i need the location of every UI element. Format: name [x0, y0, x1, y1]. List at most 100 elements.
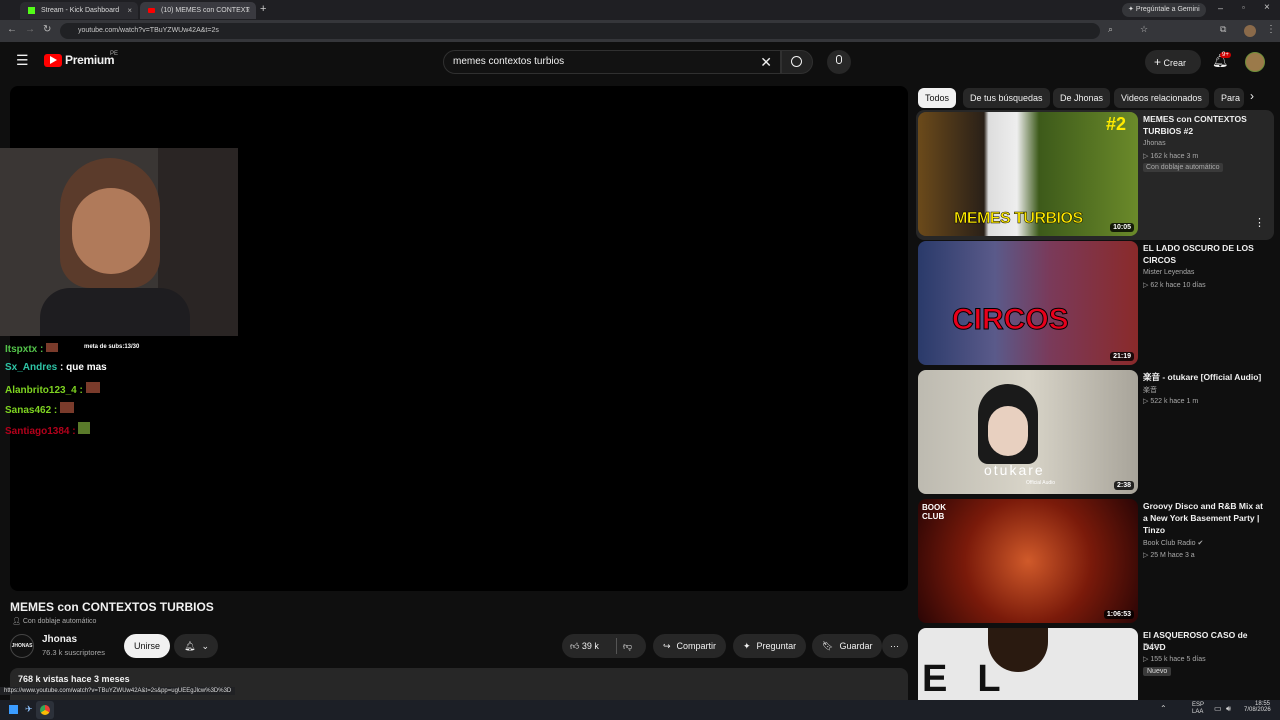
streamer-shirt — [40, 288, 190, 336]
chrome-taskbar-button[interactable] — [36, 701, 54, 719]
chat-emote — [46, 343, 59, 352]
close-tab-icon[interactable]: × — [127, 6, 132, 15]
rec-title[interactable]: 楽音 - otukare [Official Audio] — [1143, 371, 1268, 383]
rec-channel[interactable]: 楽音 — [1143, 385, 1157, 395]
search-button[interactable] — [781, 50, 813, 74]
bell-icon: 🔔︎ — [184, 641, 196, 651]
rec-title[interactable]: El ASQUEROSO CASO de D4VD — [1143, 629, 1268, 653]
clock[interactable]: 18:55 7/08/2026 — [1244, 701, 1271, 713]
create-button[interactable]: + Crear — [1145, 50, 1201, 74]
rec-meta-text: 162 k hace 3 m — [1150, 153, 1199, 160]
dislike-button[interactable]: 👎︎ — [623, 634, 632, 658]
dub-label: 👤︎ Con doblaje automático — [12, 618, 97, 625]
rec-thumbnail[interactable]: MEMES TURBIOS #2 10:05 — [918, 112, 1138, 236]
maximize-icon[interactable]: ▫ — [1242, 3, 1245, 12]
rec-thumbnail[interactable]: EL FIN — [918, 628, 1138, 700]
zoom-icon[interactable]: ⌕ — [1108, 24, 1113, 35]
share-button[interactable]: ↪ Compartir — [653, 634, 727, 658]
chat-user: Santiago1384 — [5, 426, 70, 437]
new-tab-button[interactable]: + — [260, 3, 266, 15]
gemini-label: Pregúntale a Gemini — [1135, 6, 1200, 13]
back-icon[interactable]: ← — [7, 24, 17, 35]
chat-emote — [78, 422, 91, 434]
tray-chevron-icon[interactable]: ⌃ — [1160, 704, 1167, 713]
join-button[interactable]: Unirse — [124, 634, 171, 658]
thumbs-down-icon: 👎︎ — [623, 641, 633, 651]
forward-icon[interactable]: → — [25, 24, 35, 35]
profile-avatar[interactable] — [1244, 25, 1256, 37]
notification-count-badge: 9+ — [1220, 52, 1231, 58]
volume-icon[interactable]: 🔊︎ — [1226, 704, 1231, 714]
hamburger-menu-icon[interactable]: ☰ — [16, 52, 29, 69]
chat-message: que mas — [66, 362, 107, 373]
masthead: ☰ Premium PE memes contextos turbios ✕ +… — [0, 42, 1280, 80]
account-avatar[interactable] — [1245, 52, 1265, 72]
rec-channel[interactable]: Jhonas — [1143, 140, 1166, 147]
like-count: 39 k — [581, 641, 599, 651]
chips-next-icon[interactable]: › — [1250, 89, 1254, 103]
steam-icon[interactable]: ✈ — [25, 704, 33, 715]
rec-title[interactable]: MEMES con CONTEXTOS TURBIOS #2 — [1143, 113, 1268, 137]
duration-badge: 2:38 — [1113, 481, 1134, 490]
chip-related[interactable]: Videos relacionados — [1114, 88, 1209, 108]
rec-thumbnail[interactable]: otukare Official Audio 2:38 — [918, 370, 1138, 494]
notifications-dropdown[interactable]: 🔔︎ ⌄ — [174, 634, 218, 658]
browser-tab-kick[interactable]: Stream - Kick Dashboard × — [20, 2, 138, 19]
more-actions-button[interactable]: ⋯ — [882, 634, 908, 658]
search-input[interactable]: memes contextos turbios ✕ — [443, 50, 781, 74]
chip-from-searches[interactable]: De tus búsquedas — [963, 88, 1050, 108]
subs-goal-text: meta de subs:13/30 — [84, 344, 140, 350]
rec-title[interactable]: Groovy Disco and R&B Mix at a New York B… — [1143, 500, 1268, 536]
rec-title[interactable]: EL LADO OSCURO DE LOS CIRCOS — [1143, 242, 1268, 266]
webcam-overlay: meta de subs:13/30 — [0, 148, 238, 350]
thumbnail-text: CIRCOS — [952, 303, 1070, 337]
rec-channel[interactable]: Mister Leyendas — [1143, 269, 1194, 276]
voice-search-button[interactable] — [827, 50, 851, 74]
browser-tab-youtube[interactable]: (10) MEMES con CONTEXT × — [140, 2, 256, 19]
network-icon[interactable]: ▭ — [1214, 704, 1222, 713]
close-tab-icon[interactable]: × — [245, 6, 250, 15]
bookmark-star-icon[interactable]: ☆ — [1140, 24, 1148, 35]
minimize-icon[interactable]: – — [1218, 3, 1223, 13]
chrome-icon — [40, 705, 50, 715]
ask-button[interactable]: ✦ Preguntar — [733, 634, 807, 658]
rec-channel[interactable]: Book Club Radio ✔︎ — [1143, 539, 1203, 547]
like-dislike-group: 👍︎ 39 k 👎︎ — [562, 634, 646, 658]
search-icon — [791, 56, 802, 67]
like-button[interactable]: 👍︎ 39 k — [562, 634, 599, 658]
chip-all[interactable]: Todos — [918, 88, 957, 108]
rec-thumbnail[interactable]: CIRCOS 21:19 — [918, 241, 1138, 365]
save-button[interactable]: 🔖︎ Guardar — [812, 634, 883, 658]
rec-channel-name: Book Club Radio — [1143, 540, 1196, 547]
rec-meta-text: 522 k hace 1 m — [1150, 398, 1199, 405]
clear-search-icon[interactable]: ✕ — [760, 51, 772, 73]
rec-more-icon[interactable]: ⋮ — [1254, 216, 1265, 229]
subscriber-count: 76.3 k suscriptores — [42, 648, 105, 657]
chat-line: Sanas462 : — [5, 402, 75, 416]
chip-for-you[interactable]: Para — [1214, 88, 1244, 108]
url-field[interactable]: youtube.com/watch?v=TBuYZWUw42A&t=2s — [60, 23, 1100, 39]
language-indicator[interactable]: ESP LAA — [1192, 702, 1204, 716]
channel-name[interactable]: Jhonas — [42, 634, 77, 645]
windows-start-icon[interactable] — [9, 705, 18, 714]
premium-logo-text[interactable]: Premium — [65, 53, 115, 67]
rec-thumbnail[interactable]: BOOK CLUB 1:06:53 — [918, 499, 1138, 623]
close-window-icon[interactable]: × — [1264, 2, 1270, 13]
browser-menu-icon[interactable]: ⋮ — [1266, 24, 1276, 35]
chat-user: Itspxtx — [5, 344, 38, 355]
chip-from-jhonas[interactable]: De Jhonas — [1053, 88, 1111, 108]
thumbnail-text: EL FIN — [922, 658, 1030, 700]
rec-meta: ▷ 25 M hace 3 a — [1143, 552, 1195, 559]
chevron-down-icon: ⌄ — [201, 641, 209, 651]
extensions-icon[interactable]: ⧉ — [1220, 24, 1226, 35]
reload-icon[interactable]: ↻ — [43, 24, 51, 35]
youtube-logo-icon[interactable] — [44, 54, 62, 67]
url-text: youtube.com/watch?v=TBuYZWUw42A&t=2s — [78, 27, 219, 34]
youtube-page: ☰ Premium PE memes contextos turbios ✕ +… — [0, 42, 1280, 700]
thumbnail-text: otukare — [984, 462, 1045, 478]
channel-avatar[interactable]: JHONAS — [10, 634, 34, 658]
save-label: Guardar — [839, 641, 873, 651]
gemini-button[interactable]: ✦ Pregúntale a Gemini — [1122, 3, 1206, 17]
description-box[interactable]: 768 k vistas hace 3 meses — [10, 668, 908, 700]
rec-channel[interactable]: Rulsu — [1143, 643, 1161, 650]
